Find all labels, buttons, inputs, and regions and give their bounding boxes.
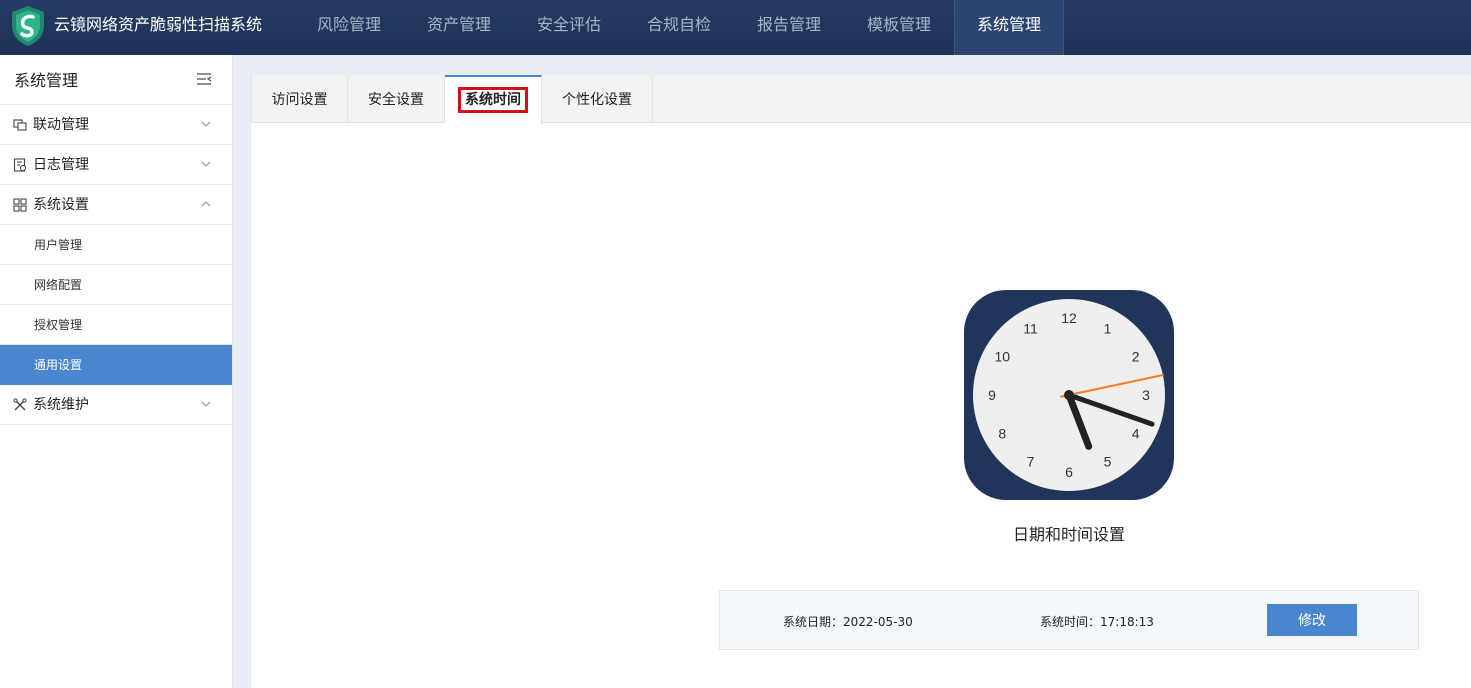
clock-number: 9 <box>988 387 996 403</box>
grid-icon <box>13 198 27 212</box>
app-title: 云镜网络资产脆弱性扫描系统 <box>54 15 263 34</box>
clock-number: 11 <box>1023 320 1038 336</box>
clock-number: 12 <box>1061 310 1077 326</box>
tab-access-settings[interactable]: 访问设置 <box>251 75 348 123</box>
tools-icon <box>13 398 27 411</box>
nav-compliance[interactable]: 合规自检 <box>624 0 734 55</box>
system-date-readout: 系统日期：2022-05-30 <box>783 613 913 630</box>
nav-report[interactable]: 报告管理 <box>734 0 844 55</box>
menu-collapse-icon[interactable] <box>196 72 212 86</box>
sidebar-subitem-network-config[interactable]: 网络配置 <box>0 265 232 305</box>
system-time-label: 系统时间： <box>1040 615 1101 629</box>
system-time-info-bar: 系统日期：2022-05-30 系统时间：17:18:13 修改 <box>719 590 1419 650</box>
sidebar-item-linkage[interactable]: 联动管理 <box>0 105 232 145</box>
system-time-value: 17:18:13 <box>1100 615 1154 629</box>
nav-asset[interactable]: 资产管理 <box>404 0 514 55</box>
sidebar: 系统管理 联动管理 日志管理 系统设置 用户管理 网络配置 授权管理 通用设置 … <box>0 55 233 688</box>
clock-caption: 日期和时间设置 <box>1012 525 1125 544</box>
clock-number: 6 <box>1065 464 1073 480</box>
sidebar-subitem-general-settings[interactable]: 通用设置 <box>0 345 232 385</box>
chevron-up-icon <box>201 201 211 207</box>
log-icon <box>13 158 27 172</box>
sidebar-header: 系统管理 <box>0 55 232 105</box>
sidebar-item-label: 联动管理 <box>33 117 89 133</box>
clock-center <box>1064 390 1074 400</box>
tab-security-settings[interactable]: 安全设置 <box>348 75 445 123</box>
system-date-label: 系统日期： <box>783 615 844 629</box>
system-date-value: 2022-05-30 <box>843 615 913 629</box>
shield-logo-icon <box>12 6 44 46</box>
clock-number: 7 <box>1027 454 1035 470</box>
modify-button[interactable]: 修改 <box>1267 604 1357 636</box>
clock-number: 2 <box>1132 349 1140 365</box>
clock-number: 5 <box>1104 454 1112 470</box>
main-panel: 访问设置 安全设置 系统时间 个性化设置 12 1 2 3 4 5 6 7 8 9 10 11 日期和… <box>251 75 1471 688</box>
link-icon <box>13 119 27 131</box>
chevron-down-icon <box>201 401 211 407</box>
nav-risk[interactable]: 风险管理 <box>294 0 404 55</box>
clock-icon[interactable]: 121234567891011 <box>964 290 1174 500</box>
sidebar-item-log[interactable]: 日志管理 <box>0 145 232 185</box>
chevron-down-icon <box>201 121 211 127</box>
main-nav: 风险管理 资产管理 安全评估 合规自检 报告管理 模板管理 系统管理 <box>294 0 1064 55</box>
clock-number: 8 <box>998 426 1006 442</box>
top-bar: 云镜网络资产脆弱性扫描系统 风险管理 资产管理 安全评估 合规自检 报告管理 模… <box>0 0 1471 55</box>
clock-number: 10 <box>995 349 1011 365</box>
sidebar-subitem-license[interactable]: 授权管理 <box>0 305 232 345</box>
sidebar-item-label: 系统设置 <box>33 197 89 213</box>
tab-system-time-label: 系统时间 <box>458 87 528 113</box>
sidebar-subitem-user-management[interactable]: 用户管理 <box>0 225 232 265</box>
sidebar-title: 系统管理 <box>14 71 79 90</box>
sidebar-item-maintenance[interactable]: 系统维护 <box>0 385 232 425</box>
nav-security-eval[interactable]: 安全评估 <box>514 0 624 55</box>
nav-template[interactable]: 模板管理 <box>844 0 954 55</box>
system-time-readout: 系统时间：17:18:13 <box>1040 613 1154 630</box>
sidebar-item-label: 日志管理 <box>33 157 89 173</box>
sidebar-item-system-settings[interactable]: 系统设置 <box>0 185 232 225</box>
tab-system-time[interactable]: 系统时间 <box>445 75 542 124</box>
clock-number: 1 <box>1104 320 1112 336</box>
clock-number: 3 <box>1142 387 1150 403</box>
sidebar-item-label: 系统维护 <box>33 397 89 413</box>
nav-system[interactable]: 系统管理 <box>954 0 1064 55</box>
clock-number: 4 <box>1132 426 1140 442</box>
chevron-down-icon <box>201 161 211 167</box>
tab-personalization[interactable]: 个性化设置 <box>542 75 653 123</box>
tab-bar: 访问设置 安全设置 系统时间 个性化设置 <box>251 75 1471 124</box>
